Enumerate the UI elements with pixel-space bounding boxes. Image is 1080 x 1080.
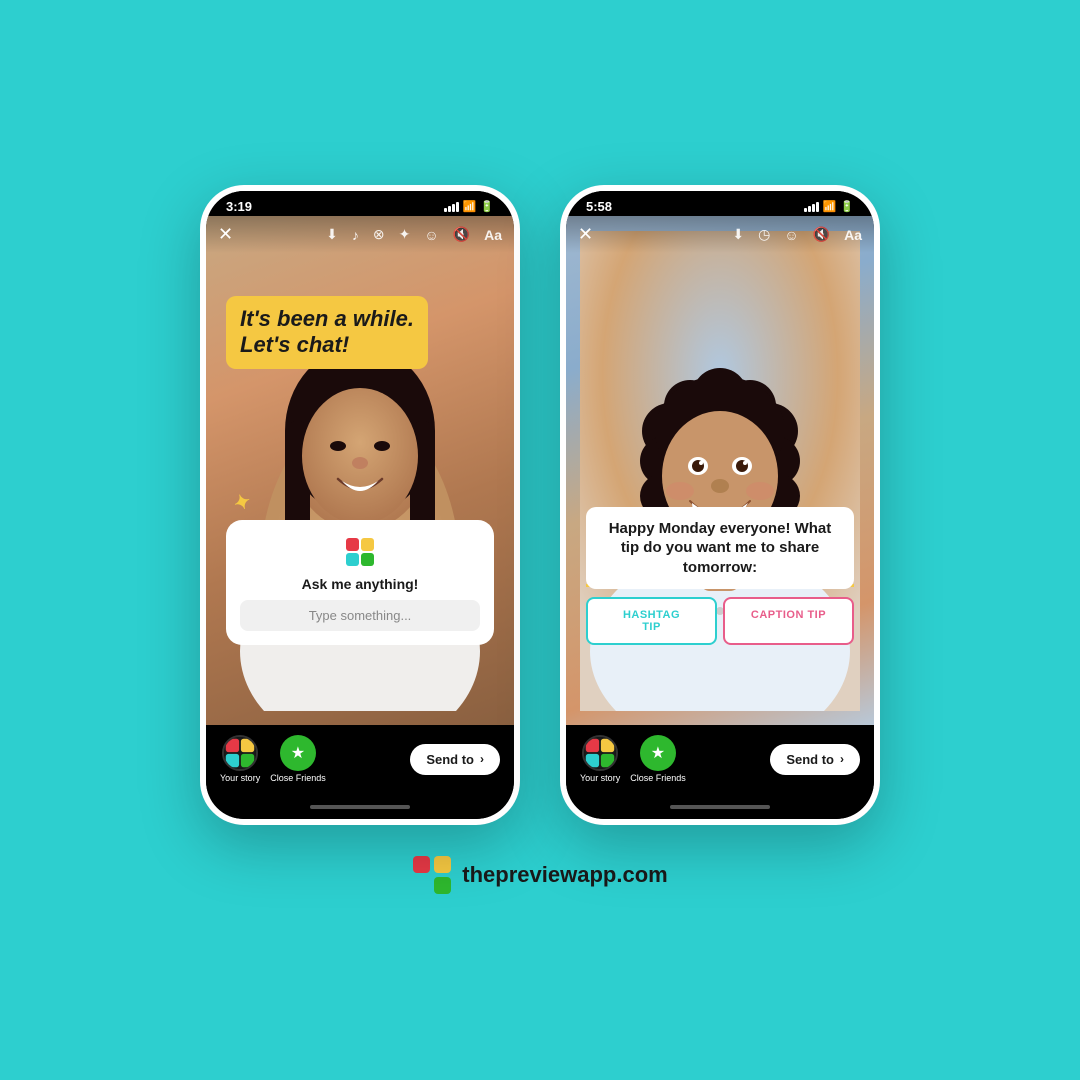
battery-icon-1: 🔋 [480, 200, 494, 213]
poll-widget-2: Happy Monday everyone! What tip do you w… [586, 507, 854, 646]
close-friends-btn-2[interactable]: ★ Close Friends [630, 735, 686, 783]
poll-caption-box: Happy Monday everyone! What tip do you w… [586, 507, 854, 590]
face-icon-1[interactable]: ☺ [424, 227, 438, 243]
poll-option-hashtag[interactable]: HASHTAGTIP [586, 597, 717, 645]
caption-sticker-1[interactable]: It's been a while.Let's chat! [226, 296, 428, 369]
notch-1 [310, 191, 410, 213]
status-icons-2: 📶 🔋 [804, 200, 854, 213]
signal-icon-2 [804, 202, 819, 212]
send-to-text-2: Send to [786, 752, 834, 767]
sparkle-icon-1[interactable]: ✦ [399, 226, 411, 243]
send-chevron-2: › [840, 752, 844, 766]
face-icon-2[interactable]: ☺ [784, 227, 798, 243]
send-chevron-1: › [480, 752, 484, 766]
your-story-icon-2 [582, 735, 618, 771]
story-toolbar-2: ✕ ⬇ ◷ ☺ 🔇 Aa [566, 216, 874, 253]
your-story-btn-2[interactable]: Your story [580, 735, 620, 783]
notch-2 [670, 191, 770, 213]
home-indicator-1 [206, 799, 514, 819]
bottom-bar-2: Your story ★ Close Friends Send to › [566, 725, 874, 799]
ask-title: Ask me anything! [240, 576, 480, 592]
ask-input-placeholder[interactable]: Type something... [240, 600, 480, 631]
toolbar-icons-1: ⬇ ♪ ⊗ ✦ ☺ 🔇 Aa [326, 226, 502, 243]
close-friends-label-1: Close Friends [270, 773, 326, 783]
music-icon-1[interactable]: ♪ [352, 227, 359, 243]
status-time-1: 3:19 [226, 199, 252, 214]
poll-options: HASHTAGTIP CAPTION TIP [586, 597, 854, 645]
mute-icon-2[interactable]: 🔇 [813, 226, 830, 243]
close-icon-2[interactable]: ✕ [578, 224, 593, 245]
story-photo-2 [566, 216, 874, 725]
brand-logo [412, 855, 452, 895]
close-icon-1[interactable]: ✕ [218, 224, 233, 245]
send-to-btn-1[interactable]: Send to › [410, 744, 500, 775]
phone-2: 5:58 📶 🔋 [560, 185, 880, 825]
poll-option-caption[interactable]: CAPTION TIP [723, 597, 854, 645]
ask-logo [240, 534, 480, 570]
poll-option-caption-text: CAPTION TIP [751, 609, 826, 621]
text-icon-1[interactable]: Aa [484, 227, 502, 243]
text-icon-2[interactable]: Aa [844, 227, 862, 243]
send-to-text-1: Send to [426, 752, 474, 767]
home-indicator-2 [566, 799, 874, 819]
wifi-icon-2: 📶 [823, 200, 837, 213]
phones-container: 3:19 📶 🔋 [200, 185, 880, 825]
caption-text-1: It's been a while.Let's chat! [240, 306, 414, 359]
link-icon-1[interactable]: ⊗ [373, 226, 385, 243]
wifi-icon-1: 📶 [463, 200, 477, 213]
download-icon-1[interactable]: ⬇ [326, 226, 338, 243]
poll-caption-text: Happy Monday everyone! What tip do you w… [600, 519, 840, 578]
close-friends-btn-1[interactable]: ★ Close Friends [270, 735, 326, 783]
story-content-2: ✕ ⬇ ◷ ☺ 🔇 Aa Happy Monday everyone! What… [566, 216, 874, 725]
your-story-label-1: Your story [220, 773, 260, 783]
close-friends-label-2: Close Friends [630, 773, 686, 783]
bottom-bar-1: Your story ★ Close Friends Send to › [206, 725, 514, 799]
signal-icon-1 [444, 202, 459, 212]
download-icon-2[interactable]: ⬇ [732, 226, 744, 243]
close-friends-icon-1: ★ [280, 735, 316, 771]
your-story-icon-1 [222, 735, 258, 771]
send-to-btn-2[interactable]: Send to › [770, 744, 860, 775]
brand-website: thepreviewapp.com [462, 862, 667, 888]
home-bar-2 [670, 805, 770, 809]
battery-icon-2: 🔋 [840, 200, 854, 213]
timer-icon-2[interactable]: ◷ [758, 226, 770, 243]
phone-1: 3:19 📶 🔋 [200, 185, 520, 825]
ask-widget-1[interactable]: Ask me anything! Type something... [226, 520, 494, 645]
poll-option-hashtag-text: HASHTAGTIP [623, 609, 680, 633]
story-content-1: ✕ ⬇ ♪ ⊗ ✦ ☺ 🔇 Aa It's been a while.Let's… [206, 216, 514, 725]
toolbar-icons-2: ⬇ ◷ ☺ 🔇 Aa [732, 226, 862, 243]
your-story-btn-1[interactable]: Your story [220, 735, 260, 783]
branding-section: thepreviewapp.com [412, 855, 667, 895]
status-time-2: 5:58 [586, 199, 612, 214]
your-story-label-2: Your story [580, 773, 620, 783]
status-icons-1: 📶 🔋 [444, 200, 494, 213]
close-friends-icon-2: ★ [640, 735, 676, 771]
story-toolbar-1: ✕ ⬇ ♪ ⊗ ✦ ☺ 🔇 Aa [206, 216, 514, 253]
mute-icon-1[interactable]: 🔇 [453, 226, 470, 243]
home-bar-1 [310, 805, 410, 809]
story-photo-1 [206, 216, 514, 725]
